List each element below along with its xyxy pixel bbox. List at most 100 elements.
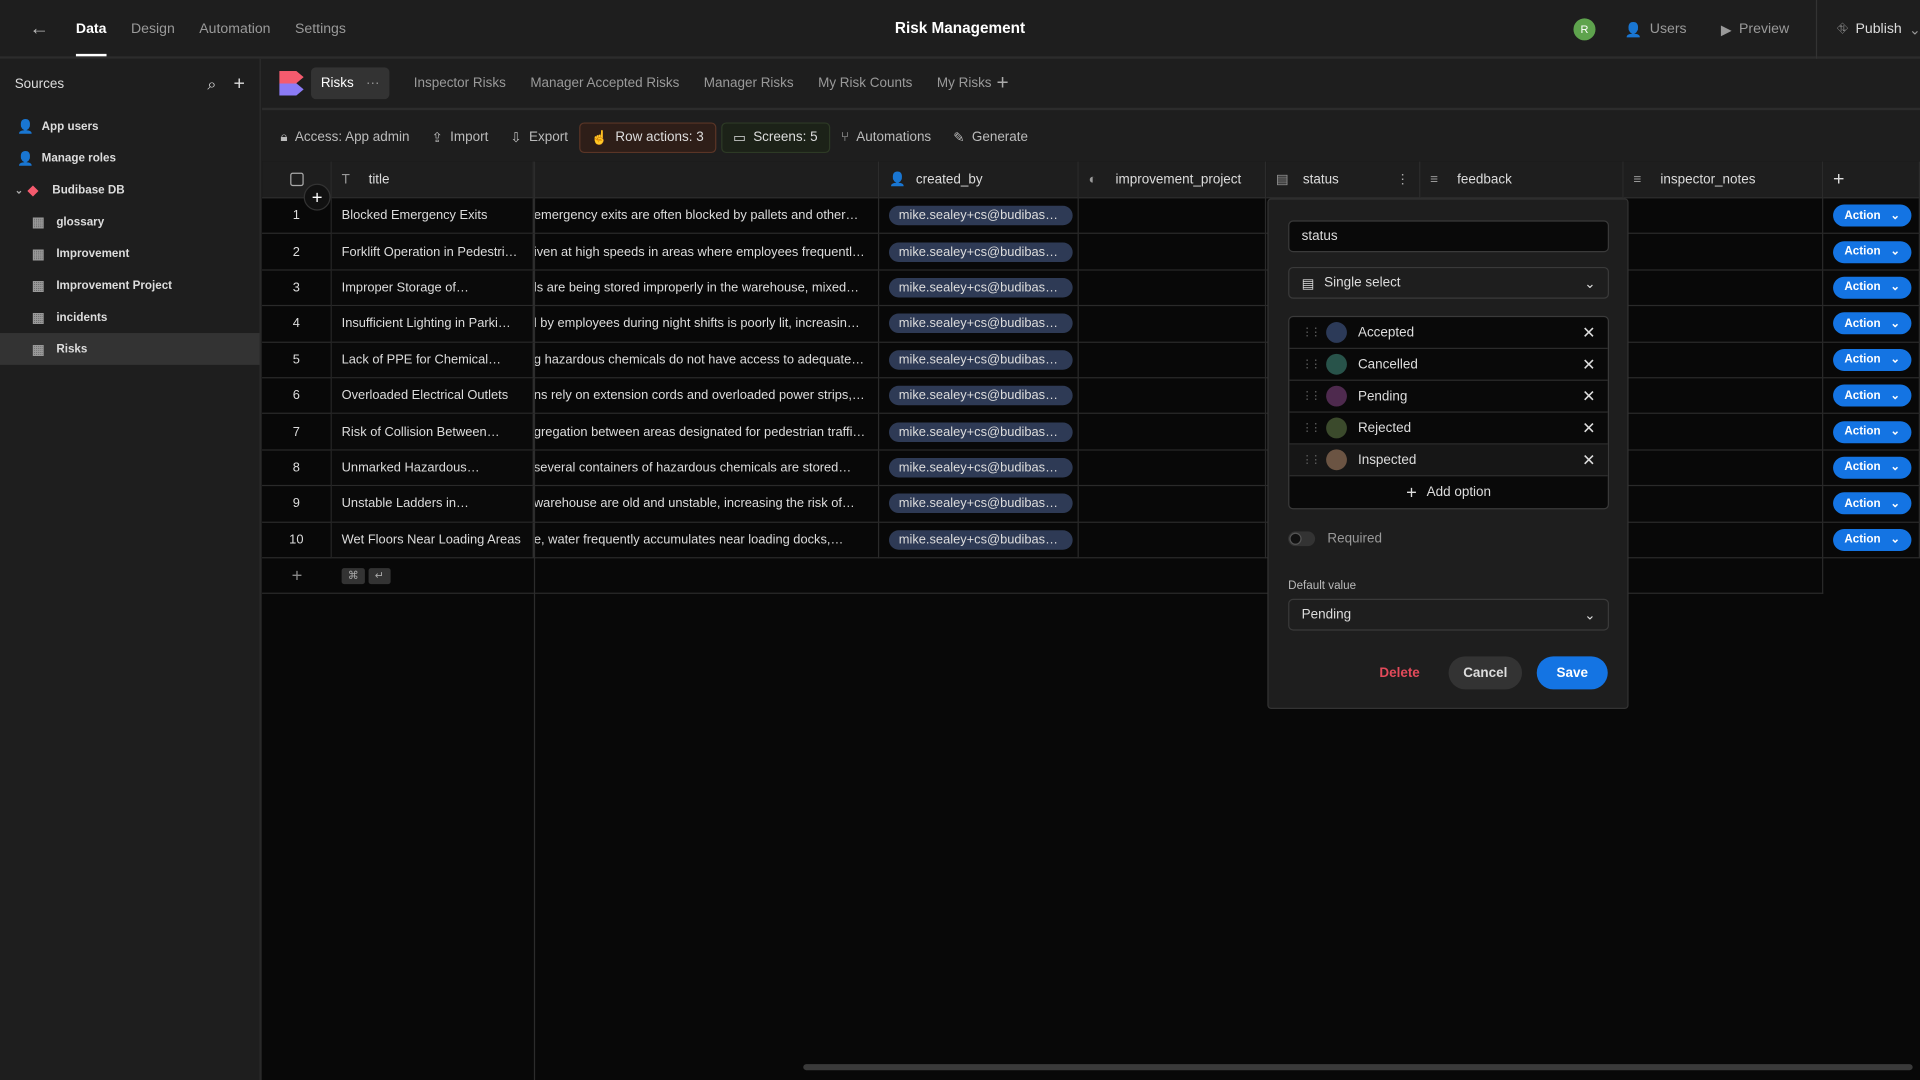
cell-empty[interactable] — [1078, 378, 1267, 415]
remove-option-icon[interactable]: ✕ — [1582, 354, 1595, 374]
cell-empty[interactable] — [1078, 198, 1267, 235]
cell-empty[interactable] — [1078, 234, 1267, 271]
option-label[interactable]: Pending — [1358, 389, 1407, 404]
cell-title[interactable]: Lack of PPE for Chemical… — [331, 342, 534, 379]
column-header-status[interactable]: ▤ status ⋮ — [1266, 161, 1421, 199]
option-color-swatch[interactable] — [1326, 385, 1347, 407]
save-button[interactable]: Save — [1536, 656, 1608, 690]
tab-risks[interactable]: Risks ··· — [311, 67, 390, 100]
add-column-button[interactable]: + — [1823, 161, 1920, 199]
option-color-swatch[interactable] — [1326, 449, 1347, 471]
drag-handle-icon[interactable]: ⋮⋮ — [1302, 453, 1322, 466]
automations-button[interactable]: ⑂ Automations — [830, 122, 942, 153]
default-value-select[interactable]: Pending ⌄ — [1288, 598, 1609, 631]
add-row-button[interactable]: + — [262, 565, 332, 586]
column-type-select[interactable]: ▤ Single select ⌄ — [1288, 266, 1609, 299]
sidebar-item-incidents[interactable]: ▦ incidents — [0, 301, 260, 333]
cell-created-by[interactable]: mike.sealey+cs@budibas… — [879, 486, 1079, 523]
tab-manager-risks[interactable]: Manager Risks — [704, 76, 794, 91]
cell-empty[interactable] — [1623, 198, 1824, 235]
remove-option-icon[interactable]: ✕ — [1582, 386, 1595, 406]
drag-handle-icon[interactable]: ⋮⋮ — [1302, 389, 1322, 402]
generate-button[interactable]: ✎ Generate — [942, 122, 1039, 153]
delete-button[interactable]: Delete — [1367, 656, 1433, 689]
cell-description[interactable]: several containers of hazardous chemical… — [533, 450, 880, 487]
cell-empty[interactable] — [1078, 306, 1267, 343]
row-action-button[interactable]: Action ⌄ — [1833, 456, 1912, 479]
cell-empty[interactable] — [1623, 234, 1824, 271]
option-label[interactable]: Rejected — [1358, 421, 1411, 436]
cell-created-by[interactable]: mike.sealey+cs@budibas… — [879, 270, 1079, 307]
column-menu-icon[interactable]: ⋮ — [1396, 171, 1409, 188]
row-number[interactable]: 10 — [262, 522, 332, 559]
cell-description[interactable]: g hazardous chemicals do not have access… — [533, 342, 880, 379]
cell-empty[interactable] — [1078, 270, 1267, 307]
cancel-button[interactable]: Cancel — [1448, 656, 1523, 690]
chevron-down-icon[interactable]: ⌄ — [1909, 21, 1920, 38]
cell-description[interactable]: iven at high speeds in areas where emplo… — [533, 234, 880, 271]
cell-description[interactable]: l by employees during night shifts is po… — [533, 306, 880, 343]
cell-created-by[interactable]: mike.sealey+cs@budibas… — [879, 378, 1079, 415]
search-icon[interactable]: ⌕ — [207, 75, 216, 95]
cell-created-by[interactable]: mike.sealey+cs@budibas… — [879, 450, 1079, 487]
option-label[interactable]: Cancelled — [1358, 357, 1418, 372]
sidebar-item-risks[interactable]: ▦ Risks — [0, 333, 260, 365]
option-pending[interactable]: ⋮⋮ Pending ✕ — [1289, 381, 1608, 413]
cell-description[interactable]: emergency exits are often blocked by pal… — [533, 198, 880, 235]
cell-title[interactable]: Unmarked Hazardous… — [331, 450, 534, 487]
add-option-button[interactable]: + Add option — [1289, 476, 1607, 508]
cell-title[interactable]: Risk of Collision Between… — [331, 414, 534, 451]
tab-my-risk-counts[interactable]: My Risk Counts — [818, 76, 912, 91]
sidebar-item-app-users[interactable]: 👤 App users — [0, 110, 260, 142]
screens-button[interactable]: ▭ Screens: 5 — [720, 121, 830, 153]
row-action-button[interactable]: Action ⌄ — [1833, 384, 1912, 407]
tab-my-risks[interactable]: My Risks — [937, 76, 992, 91]
row-number[interactable]: 5 — [262, 342, 332, 379]
cell-created-by[interactable]: mike.sealey+cs@budibas… — [879, 234, 1079, 271]
row-actions-button[interactable]: ☝ Row actions: 3 — [578, 121, 716, 153]
drag-handle-icon[interactable]: ⋮⋮ — [1302, 326, 1322, 339]
cell-empty[interactable] — [1078, 342, 1267, 379]
row-action-button[interactable]: Action ⌄ — [1833, 204, 1912, 227]
sidebar-item-improvement[interactable]: ▦ Improvement — [0, 238, 260, 270]
row-number[interactable]: 6 — [262, 378, 332, 415]
option-accepted[interactable]: ⋮⋮ Accepted ✕ — [1289, 317, 1608, 349]
drag-handle-icon[interactable]: ⋮⋮ — [1302, 358, 1322, 371]
avatar[interactable]: R — [1573, 18, 1596, 41]
row-action-button[interactable]: Action ⌄ — [1833, 312, 1912, 335]
cell-empty[interactable] — [1078, 486, 1267, 523]
cell-created-by[interactable]: mike.sealey+cs@budibas… — [879, 522, 1079, 559]
cell-empty[interactable] — [1078, 414, 1267, 451]
more-icon[interactable]: ··· — [366, 76, 379, 91]
row-number[interactable]: 2 — [262, 234, 332, 271]
cell-title[interactable]: Insufficient Lighting in Parki… — [331, 306, 534, 343]
cell-description[interactable]: ns rely on extension cords and overloade… — [533, 378, 880, 415]
tab-manager-accepted-risks[interactable]: Manager Accepted Risks — [530, 76, 679, 91]
cell-empty[interactable] — [1078, 450, 1267, 487]
sidebar-item-manage-roles[interactable]: 👤 Manage roles — [0, 142, 260, 174]
column-header-title[interactable]: Ttitle — [331, 161, 534, 199]
access-button[interactable]: 🔒︎ Access: App admin — [269, 122, 420, 153]
users-button[interactable]: Users — [1650, 22, 1687, 37]
cell-empty[interactable] — [1623, 270, 1824, 307]
option-rejected[interactable]: ⋮⋮ Rejected ✕ — [1289, 413, 1608, 445]
cell-description[interactable]: warehouse are old and unstable, increasi… — [533, 486, 880, 523]
cell-title[interactable]: Unstable Ladders in… — [331, 486, 534, 523]
required-toggle[interactable] — [1288, 531, 1316, 547]
row-number[interactable]: 9 — [262, 486, 332, 523]
row-number[interactable]: 8 — [262, 450, 332, 487]
cell-description[interactable]: gregation between areas designated for p… — [533, 414, 880, 451]
column-header-created_by[interactable]: 👤 created_by — [879, 161, 1079, 199]
add-tab-icon[interactable]: + — [996, 71, 1008, 95]
row-action-button[interactable]: Action ⌄ — [1833, 276, 1912, 299]
row-action-button[interactable]: Action ⌄ — [1833, 348, 1912, 371]
add-source-icon[interactable]: + — [233, 73, 244, 95]
cell-created-by[interactable]: mike.sealey+cs@budibas… — [879, 414, 1079, 451]
option-cancelled[interactable]: ⋮⋮ Cancelled ✕ — [1289, 349, 1608, 381]
cell-empty[interactable] — [1623, 450, 1824, 487]
column-header-feedback[interactable]: ≡ feedback — [1420, 161, 1624, 199]
import-button[interactable]: ⇪ Import — [421, 122, 500, 153]
cell-title[interactable]: Wet Floors Near Loading Areas — [331, 522, 534, 559]
cell-description[interactable]: e, water frequently accumulates near loa… — [533, 522, 880, 559]
remove-option-icon[interactable]: ✕ — [1582, 450, 1595, 470]
